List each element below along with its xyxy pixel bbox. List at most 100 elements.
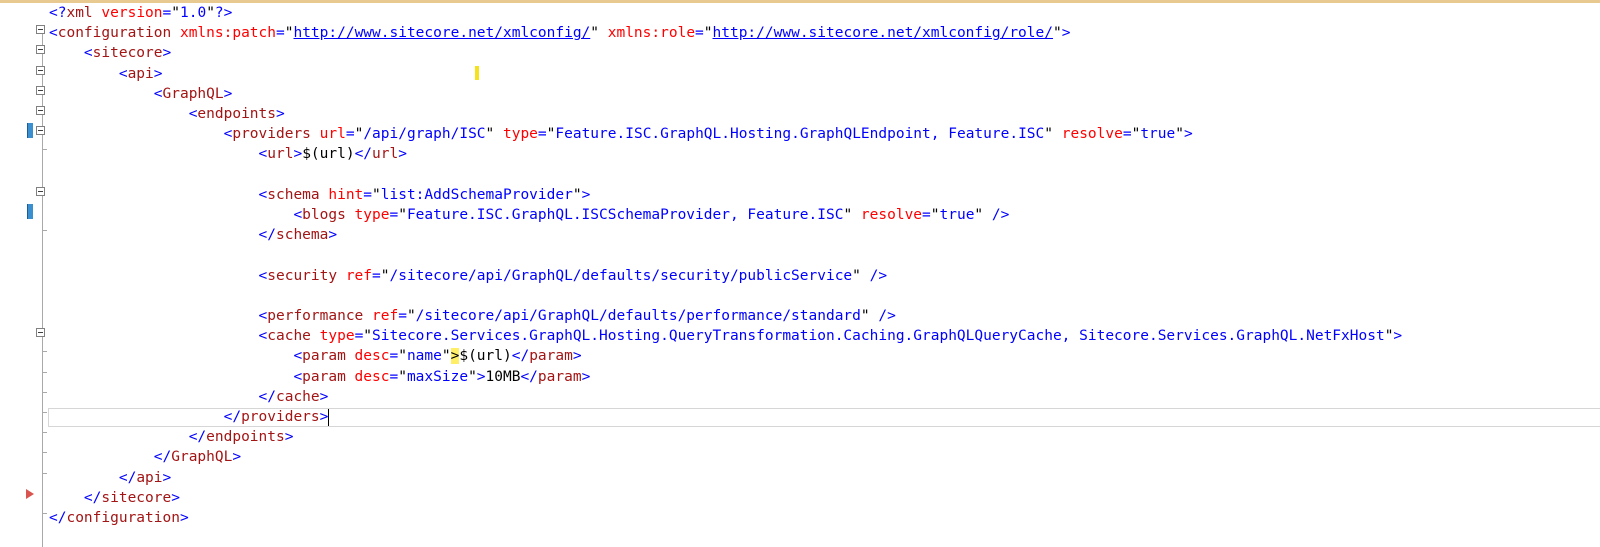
collapse-toggle-icon[interactable] <box>36 85 45 95</box>
collapse-toggle-icon[interactable] <box>36 328 45 338</box>
xml-tag-name: endpoints <box>197 106 276 122</box>
xml-delimiter: > <box>153 65 163 82</box>
xml-delimiter: > <box>1183 126 1193 143</box>
xml-delimiter: > <box>572 348 582 365</box>
outline-end-tick <box>42 432 47 434</box>
collapse-toggle-icon[interactable] <box>36 25 45 35</box>
xml-delimiter: > <box>162 45 172 62</box>
code-line[interactable]: </configuration> <box>49 508 189 528</box>
code-editor[interactable]: <?xml version="1.0"?> <configuration xmln… <box>48 3 1600 544</box>
xml-tag-name: schema <box>267 186 320 203</box>
xml-tag-name: url <box>372 146 399 163</box>
xml-attribute-name: type <box>494 126 538 143</box>
xml-delimiter: = <box>537 126 547 143</box>
code-line[interactable]: <blogs type="Feature.ISC.GraphQL.ISCSche… <box>49 205 1009 225</box>
xml-tag-name: param <box>529 348 573 365</box>
execution-arrow-icon <box>26 488 34 499</box>
xml-text: " <box>974 207 984 223</box>
xml-text: " <box>485 126 495 143</box>
xml-attribute-value: list:AddSchemaProvider <box>380 186 573 203</box>
xml-delimiter: < <box>293 368 303 385</box>
xml-delimiter: = <box>389 368 399 385</box>
xml-tag-name: configuration <box>57 25 172 42</box>
xml-delimiter: < <box>293 207 303 223</box>
code-line[interactable]: </schema> <box>49 225 338 245</box>
outline-end-tick <box>42 513 47 514</box>
xml-delimiter: </ <box>258 388 276 405</box>
code-line[interactable]: <providers url="/api/graph/ISC" type="Fe… <box>49 124 1193 144</box>
code-line[interactable]: </cache> <box>49 387 329 407</box>
xml-delimiter: > <box>232 449 242 466</box>
xml-link[interactable]: http://www.sitecore.net/xmlconfig/ <box>293 25 590 41</box>
xml-delimiter: </ <box>223 409 242 425</box>
xml-text: " <box>354 126 364 143</box>
xml-delimiter: = <box>363 186 373 203</box>
change-marker-icon <box>27 204 33 219</box>
xml-attribute-name: ref <box>337 267 373 284</box>
xml-delimiter: > <box>293 146 303 163</box>
xml-attribute-value: Feature.ISC.GraphQL.ISCSchemaProvider, F… <box>406 207 844 223</box>
code-line[interactable]: </endpoints> <box>49 427 294 447</box>
xml-delimiter: < <box>258 146 268 163</box>
code-line[interactable]: <security ref= "/sitecore/api/GraphQL/def… <box>49 266 888 286</box>
xml-delimiter: = <box>695 25 704 42</box>
xml-text: " <box>206 5 215 21</box>
collapse-toggle-icon[interactable] <box>36 65 45 75</box>
xml-text: " <box>1052 25 1062 42</box>
code-line[interactable]: </GraphQL> <box>49 447 241 467</box>
code-line[interactable]: </providers> <box>49 407 329 427</box>
xml-attribute-value: true <box>1140 126 1176 143</box>
xml-delimiter: < <box>118 65 128 82</box>
xml-tag-name: cache <box>275 388 320 405</box>
xml-delimiter: > <box>162 469 172 486</box>
xml-delimiter: > <box>179 510 189 526</box>
xml-tag-name: api <box>127 65 154 82</box>
xml-attribute-name: version <box>92 5 163 21</box>
xml-tag-name: sitecore <box>101 489 172 506</box>
collapse-toggle-icon[interactable] <box>36 106 45 115</box>
code-line[interactable]: <configuration xmlns:patch="http://www.s… <box>49 23 1070 43</box>
collapse-toggle-icon[interactable] <box>36 45 45 55</box>
code-line[interactable]: <sitecore> <box>49 43 171 63</box>
xml-delimiter: = <box>372 267 381 284</box>
xml-link[interactable]: http://www.sitecore.net/xmlconfig/role/ <box>713 25 1053 41</box>
collapse-toggle-icon[interactable] <box>36 126 45 136</box>
xml-text: " <box>860 308 870 324</box>
xml-delimiter: <? <box>49 5 67 21</box>
code-line[interactable]: <?xml version="1.0"?> <box>49 3 232 23</box>
code-line[interactable]: </sitecore> <box>49 488 180 508</box>
xml-delimiter: = <box>389 207 399 223</box>
code-line[interactable]: <cache type="Sitecore.Services.GraphQL.H… <box>49 326 1403 346</box>
xml-text: " <box>703 25 713 42</box>
xml-attribute-value: /sitecore/api/GraphQL/defaults/security/… <box>389 267 853 284</box>
xml-tag-name: param <box>302 348 346 365</box>
xml-delimiter: </ <box>83 489 102 506</box>
code-line[interactable]: </api> <box>49 468 171 488</box>
code-line[interactable]: <param desc="name">$(url)</param> <box>49 346 582 366</box>
code-line[interactable]: <api> <box>49 64 163 84</box>
code-line[interactable]: <GraphQL> <box>49 84 233 104</box>
xml-attribute-name: resolve <box>1053 126 1123 143</box>
xml-text: " <box>398 207 407 223</box>
code-line[interactable]: <url>$(url)</url> <box>49 144 407 164</box>
xml-attribute-name: url <box>310 126 346 143</box>
xml-tag-name: api <box>136 469 163 486</box>
xml-tag-name: endpoints <box>206 429 285 446</box>
code-line[interactable]: <param desc="maxSize">10MB</param> <box>49 367 590 387</box>
xml-delimiter: < <box>153 85 163 102</box>
collapse-toggle-icon[interactable] <box>36 186 45 196</box>
code-line[interactable]: <performance ref="/sitecore/api/GraphQL/… <box>49 306 896 326</box>
xml-delimiter: = <box>345 126 355 143</box>
code-line[interactable]: <schema hint="list:AddSchemaProvider"> <box>49 185 591 205</box>
xml-text: " <box>372 186 381 203</box>
xml-delimiter: > <box>328 227 338 244</box>
code-line[interactable]: <endpoints> <box>49 104 285 124</box>
xml-attribute-value: 1.0 <box>179 5 207 21</box>
